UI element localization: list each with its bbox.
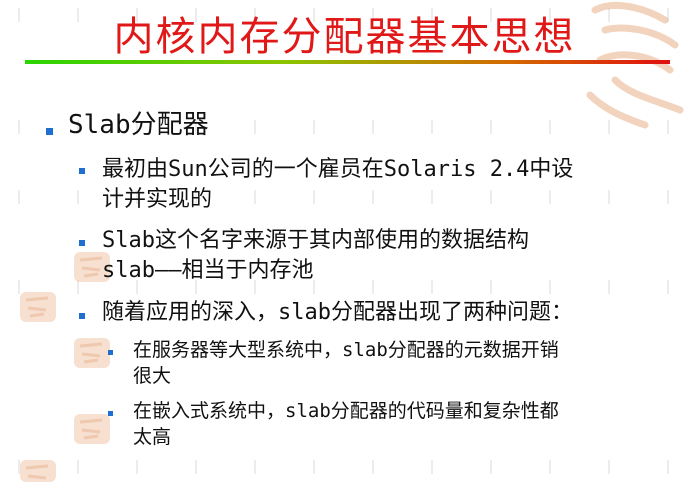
bullet-l3-1-line1: 在服务器等大型系统中，slab分配器的元数据开销 [133, 339, 559, 361]
background-tick [254, 190, 256, 204]
bullet-l2-2-line2: slab——相当于内存池 [102, 258, 314, 283]
background-tick [254, 460, 256, 474]
background-tick [372, 460, 374, 474]
background-tick [136, 460, 138, 474]
background-tick [254, 120, 256, 134]
background-tick [608, 190, 610, 204]
bullet-l2-1-line1: 最初由Sun公司的一个雇员在Solaris 2.4中设 [102, 157, 574, 182]
calligraphy-stamp-left-2 [20, 292, 56, 322]
background-tick [549, 460, 551, 474]
bullet-l2-2-line1: Slab这个名字来源于其内部使用的数据结构 [102, 228, 529, 253]
background-tick [431, 460, 433, 474]
background-tick [549, 120, 551, 134]
background-tick [372, 190, 374, 204]
slide: 内核内存分配器基本思想 Slab分配器 最初由Sun公司的一个雇员在Solari… [0, 0, 689, 482]
background-tick [608, 280, 610, 294]
background-tick [608, 460, 610, 474]
background-tick [549, 190, 551, 204]
bullet-l3-2-line1: 在嵌入式系统中，slab分配器的代码量和复杂性都 [133, 400, 559, 422]
background-tick [18, 190, 20, 204]
calligraphy-stamp-left-3 [74, 338, 110, 368]
bullet-l1: Slab分配器 [68, 110, 209, 140]
background-tick [490, 280, 492, 294]
background-tick [18, 120, 20, 134]
background-tick [372, 280, 374, 294]
bullet-icon [79, 240, 85, 246]
bullet-icon [108, 350, 113, 355]
background-tick [667, 460, 669, 474]
background-tick [313, 120, 315, 134]
bullet-l2-3-line1: 随着应用的深入，slab分配器出现了两种问题： [102, 300, 573, 325]
background-tick [313, 190, 315, 204]
background-tick [195, 460, 197, 474]
background-tick [549, 280, 551, 294]
background-tick [667, 280, 669, 294]
background-tick [431, 280, 433, 294]
background-tick [490, 190, 492, 204]
title-underline [25, 60, 670, 64]
bullet-l3-1-line2: 很大 [133, 365, 172, 387]
bullet-l2-1-line2: 计并实现的 [102, 187, 213, 212]
background-tick [77, 190, 79, 204]
background-tick [77, 460, 79, 474]
background-tick [490, 460, 492, 474]
background-tick [372, 120, 374, 134]
bullet-icon [108, 411, 113, 416]
background-tick [490, 120, 492, 134]
background-tick [431, 190, 433, 204]
background-tick [313, 460, 315, 474]
bullet-icon [79, 313, 85, 319]
calligraphy-stamp-left-5 [20, 460, 56, 482]
slide-title: 内核内存分配器基本思想 [113, 14, 576, 60]
bullet-icon [79, 168, 85, 174]
bullet-icon [46, 128, 53, 135]
calligraphy-stamp-left-4 [74, 414, 110, 444]
background-tick [667, 190, 669, 204]
bullet-l3-2-line2: 太高 [133, 426, 172, 448]
background-tick [431, 120, 433, 134]
